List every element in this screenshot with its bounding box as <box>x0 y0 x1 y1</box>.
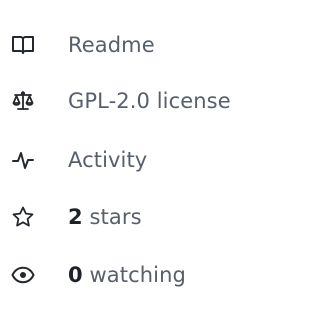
watching-suffix: watching <box>89 263 186 287</box>
stars-count: 2 <box>68 205 83 229</box>
law-scale-icon <box>11 89 35 113</box>
license-label: GPL-2.0 license <box>68 89 231 113</box>
book-icon <box>11 33 35 57</box>
watching-label: 0 watching <box>68 263 186 287</box>
readme-link[interactable]: Readme <box>0 25 180 65</box>
stars-suffix: stars <box>89 205 142 229</box>
watching-link[interactable]: 0 watching <box>0 255 215 295</box>
license-link[interactable]: GPL-2.0 license <box>0 81 268 121</box>
eye-icon <box>11 263 35 287</box>
activity-link[interactable]: Activity <box>0 140 170 180</box>
stars-label: 2 stars <box>68 205 142 229</box>
watching-count: 0 <box>68 263 83 287</box>
pulse-icon <box>11 148 35 172</box>
readme-label: Readme <box>68 33 155 57</box>
stars-link[interactable]: 2 stars <box>0 197 160 237</box>
repo-about-links: Readme GPL-2.0 license Activity 2 stars … <box>0 0 268 322</box>
star-icon <box>11 205 35 229</box>
activity-label: Activity <box>68 148 148 172</box>
